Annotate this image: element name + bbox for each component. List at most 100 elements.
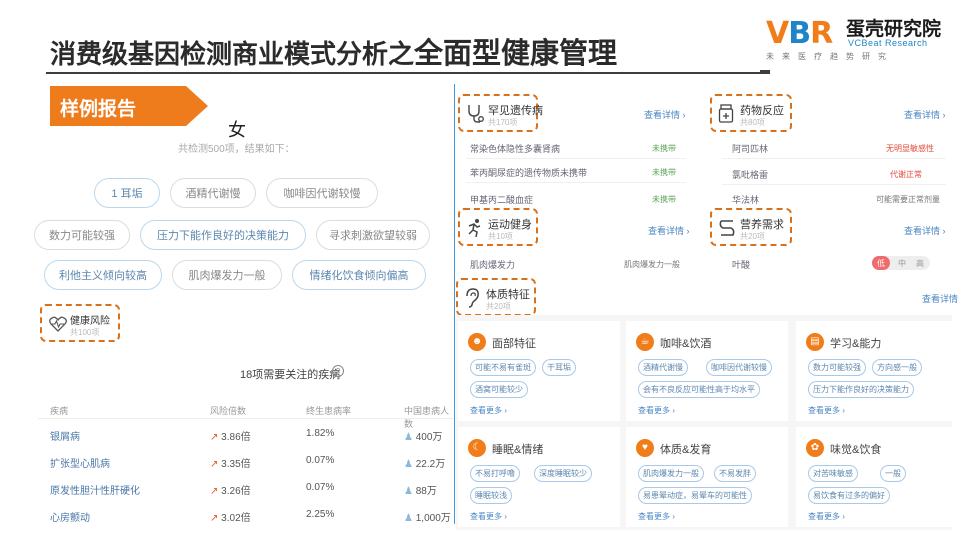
drug-response-card[interactable]: 药物反应 共80项	[710, 94, 792, 132]
slide-title-part2: 全面型健康管理	[414, 36, 618, 70]
trait-tag[interactable]: 肌肉爆发力一般	[638, 465, 704, 482]
hereditary-row-value: 未携带	[652, 144, 676, 153]
drug-detail-link[interactable]: 查看详情 ›	[904, 108, 946, 121]
disease-table-heading: 18项需要关注的疾病	[240, 369, 341, 381]
health-risk-card[interactable]: 健康风险 共100项	[40, 304, 120, 342]
hereditary-row-name: 甲基丙二酸血症	[470, 195, 534, 205]
up-arrow-icon: ↗	[210, 513, 219, 524]
trait-card[interactable]: ✿ 味觉&饮食 对苦味敏感 一般 易饮食有过多的偏好 查看更多 ›	[796, 427, 952, 527]
row-divider	[466, 158, 686, 159]
nutrition-detail-link[interactable]: 查看详情 ›	[904, 224, 946, 237]
trait-tag[interactable]: 易饮食有过多的偏好	[808, 487, 890, 504]
fitness-row-name: 肌肉爆发力	[470, 260, 516, 270]
brand-name-cn: 蛋壳研究院	[846, 18, 942, 40]
hereditary-detail-link[interactable]: 查看详情 ›	[644, 108, 686, 121]
trait-pill[interactable]: 数力可能较强	[34, 220, 130, 250]
fitness-card[interactable]: 运动健身 共10项	[458, 208, 538, 246]
drug-row-value: 代谢正常	[890, 170, 922, 179]
fitness-detail-link[interactable]: 查看详情 ›	[648, 224, 690, 237]
trait-tag[interactable]: 对苦味敏感	[808, 465, 858, 482]
trait-tag[interactable]: 一般	[880, 465, 906, 482]
trait-tag[interactable]: 方向感一般	[872, 359, 922, 376]
trait-tag[interactable]: 干耳垢	[542, 359, 576, 376]
toggle-high[interactable]: 高	[916, 258, 924, 269]
disease-name[interactable]: 银屑病	[50, 428, 80, 443]
trait-pill[interactable]: 寻求刺激欲望较弱	[316, 220, 430, 250]
column-header-people: 中国患病人数	[404, 406, 450, 429]
trait-card-title: 味觉&饮食	[830, 444, 882, 456]
row-divider	[722, 158, 946, 159]
nutrition-level-toggle[interactable]: 低 中 高	[872, 256, 930, 270]
lifetime-rate: 1.82%	[306, 428, 335, 439]
panel-divider	[454, 84, 455, 524]
trait-tag[interactable]: 可能不易有雀斑	[470, 359, 536, 376]
trait-tag[interactable]: 酒窝可能较少	[470, 381, 528, 398]
hereditary-row-name: 苯丙酮尿症的遗传物质未携带	[470, 168, 588, 178]
view-more-link[interactable]: 查看更多 ›	[638, 511, 675, 522]
title-rule	[46, 72, 760, 74]
trait-tag[interactable]: 深度睡眠较少	[534, 465, 592, 482]
risk-multiple: 3.35倍	[221, 459, 251, 470]
trait-pill[interactable]: 压力下能作良好的决策能力	[140, 220, 306, 250]
risk-multiple: 3.02倍	[221, 513, 251, 524]
risk-multiple: 3.86倍	[221, 432, 251, 443]
disease-name[interactable]: 心房颤动	[50, 509, 90, 524]
trait-tag[interactable]: 不易打呼噜	[470, 465, 520, 482]
drug-row-name: 华法林	[732, 195, 760, 205]
physical-traits-detail-link[interactable]: 查看详情 ›	[922, 292, 960, 305]
lifetime-rate: 0.07%	[306, 482, 335, 493]
drug-title: 药物反应	[740, 105, 784, 117]
hereditary-row-value: 未携带	[652, 195, 676, 204]
view-more-link[interactable]: 查看更多 ›	[638, 405, 675, 416]
body-icon: ♥	[636, 439, 654, 457]
trait-card[interactable]: ☾ 睡眠&情绪 不易打呼噜 深度睡眠较少 睡眠较浅 查看更多 ›	[458, 427, 620, 527]
hereditary-row-name: 常染色体隐性多囊肾病	[470, 144, 561, 154]
fitness-title: 运动健身	[488, 219, 532, 231]
trait-card[interactable]: ▤ 学习&能力 数力可能较强 方向感一般 压力下能作良好的决策能力 查看更多 ›	[796, 321, 952, 421]
view-more-link[interactable]: 查看更多 ›	[470, 405, 507, 416]
trait-pill[interactable]: 情绪化饮食倾向偏高	[292, 260, 426, 290]
physical-traits-title: 体质特征	[486, 289, 530, 301]
trait-card[interactable]: ☻ 面部特征 可能不易有雀斑 干耳垢 酒窝可能较少 查看更多 ›	[458, 321, 620, 421]
up-arrow-icon: ↗	[210, 432, 219, 443]
nutrition-card[interactable]: 营养需求 共20项	[710, 208, 792, 246]
trait-pill[interactable]: 1 耳垢	[94, 178, 160, 208]
view-more-link[interactable]: 查看更多 ›	[808, 511, 845, 522]
patient-count: 22.2万	[415, 459, 446, 470]
row-divider	[722, 184, 946, 185]
toggle-low[interactable]: 低	[877, 258, 885, 269]
trait-pill[interactable]: 利他主义倾向较高	[44, 260, 162, 290]
nutrition-title: 营养需求	[740, 219, 784, 231]
trait-pill[interactable]: 咖啡因代谢较慢	[266, 178, 378, 208]
physical-traits-card[interactable]: 体质特征 共20项	[456, 278, 536, 316]
toggle-mid[interactable]: 中	[898, 258, 906, 269]
trait-tag[interactable]: 压力下能作良好的决策能力	[808, 381, 914, 398]
trait-card[interactable]: ☕ 咖啡&饮酒 酒精代谢慢 咖啡因代谢较慢 会有不良反应可能性高于均水平 查看更…	[626, 321, 788, 421]
trait-card-title: 睡眠&情绪	[492, 444, 544, 456]
title-rule-cap	[760, 70, 770, 74]
hereditary-disease-card[interactable]: 罕见遗传病 共170项	[458, 94, 543, 132]
view-more-link[interactable]: 查看更多 ›	[470, 511, 507, 522]
view-more-link[interactable]: 查看更多 ›	[808, 405, 845, 416]
slide-title: 消费级基因检测商业模式分析之全面型健康管理	[50, 30, 617, 72]
health-risk-title: 健康风险	[70, 316, 110, 327]
trait-tag[interactable]: 会有不良反应可能性高于均水平	[638, 381, 760, 398]
trait-tag[interactable]: 酒精代谢慢	[638, 359, 688, 376]
help-icon[interactable]: ?	[332, 365, 344, 377]
pill-bottle-icon	[718, 104, 734, 123]
trait-pill[interactable]: 肌肉爆发力一般	[172, 260, 282, 290]
fitness-row-value: 肌肉爆发力一般	[624, 260, 680, 269]
fitness-count: 共10项	[488, 232, 513, 241]
trait-tag[interactable]: 睡眠较浅	[470, 487, 512, 504]
trait-card-title: 面部特征	[492, 338, 536, 350]
disease-name[interactable]: 扩张型心肌病	[50, 455, 110, 470]
patient-count: 1,000万	[415, 513, 451, 524]
trait-tag[interactable]: 咖啡因代谢较慢	[706, 359, 772, 376]
trait-card[interactable]: ♥ 体质&发育 肌肉爆发力一般 不易发胖 易患晕动症，易晕车的可能性 查看更多 …	[626, 427, 788, 527]
trait-tag[interactable]: 易患晕动症，易晕车的可能性	[638, 487, 752, 504]
trait-tag[interactable]: 不易发胖	[714, 465, 756, 482]
disease-name[interactable]: 原发性胆汁性肝硬化	[50, 482, 140, 497]
trait-pill[interactable]: 酒精代谢慢	[170, 178, 256, 208]
physical-traits-count: 共20项	[486, 302, 511, 311]
trait-tag[interactable]: 数力可能较强	[808, 359, 866, 376]
